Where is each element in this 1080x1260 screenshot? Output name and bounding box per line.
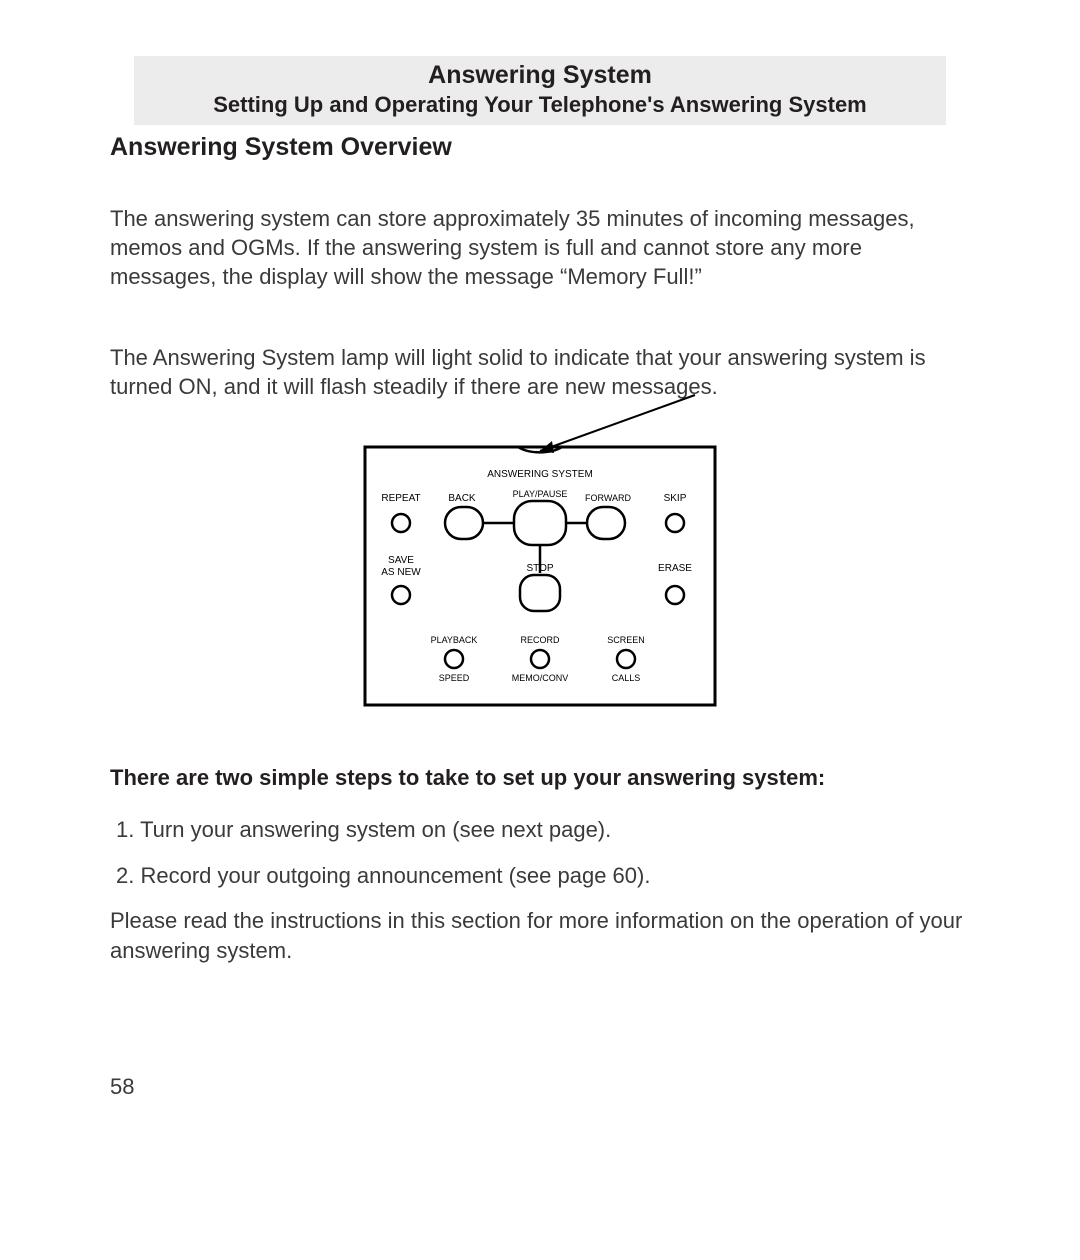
header-title: Answering System [142,60,938,91]
label-memo-conv: MEMO/CONV [512,673,569,683]
steps-heading: There are two simple steps to take to se… [110,765,970,791]
label-play-pause: PLAY/PAUSE [513,489,568,499]
paragraph-3: Please read the instructions in this sec… [110,906,970,965]
step-1: 1. Turn your answering system on (see ne… [116,815,970,845]
label-back: BACK [448,493,476,504]
button-record-memo [531,650,549,668]
button-erase [666,586,684,604]
label-calls: CALLS [612,673,641,683]
label-answering-system: ANSWERING SYSTEM [487,469,593,480]
label-screen: SCREEN [607,635,645,645]
answering-system-diagram: ANSWERING SYSTEM REPEAT BACK PLAY/PAUSE … [110,375,970,715]
button-play-pause [514,501,566,545]
button-screen-calls [617,650,635,668]
button-back [445,507,483,539]
label-speed: SPEED [439,673,470,683]
label-repeat: REPEAT [381,493,420,504]
manual-page: Answering System Setting Up and Operatin… [0,0,1080,1260]
label-save: SAVE [388,555,414,566]
button-repeat [392,514,410,532]
button-save-as-new [392,586,410,604]
button-skip [666,514,684,532]
label-skip: SKIP [664,493,687,504]
button-playback-speed [445,650,463,668]
label-playback: PLAYBACK [431,635,478,645]
label-forward: FORWARD [585,493,631,503]
label-erase: ERASE [658,563,692,574]
label-record: RECORD [520,635,560,645]
header-subtitle: Setting Up and Operating Your Telephone'… [142,91,938,119]
label-stop: STOP [526,563,553,574]
button-stop [520,575,560,611]
section-heading: Answering System Overview [110,133,970,162]
button-forward [587,507,625,539]
page-number: 58 [110,1074,134,1100]
step-2: 2. Record your outgoing announcement (se… [116,861,970,891]
header-band: Answering System Setting Up and Operatin… [134,56,946,125]
label-as-new: AS NEW [381,567,421,578]
paragraph-1: The answering system can store approxima… [110,204,970,291]
